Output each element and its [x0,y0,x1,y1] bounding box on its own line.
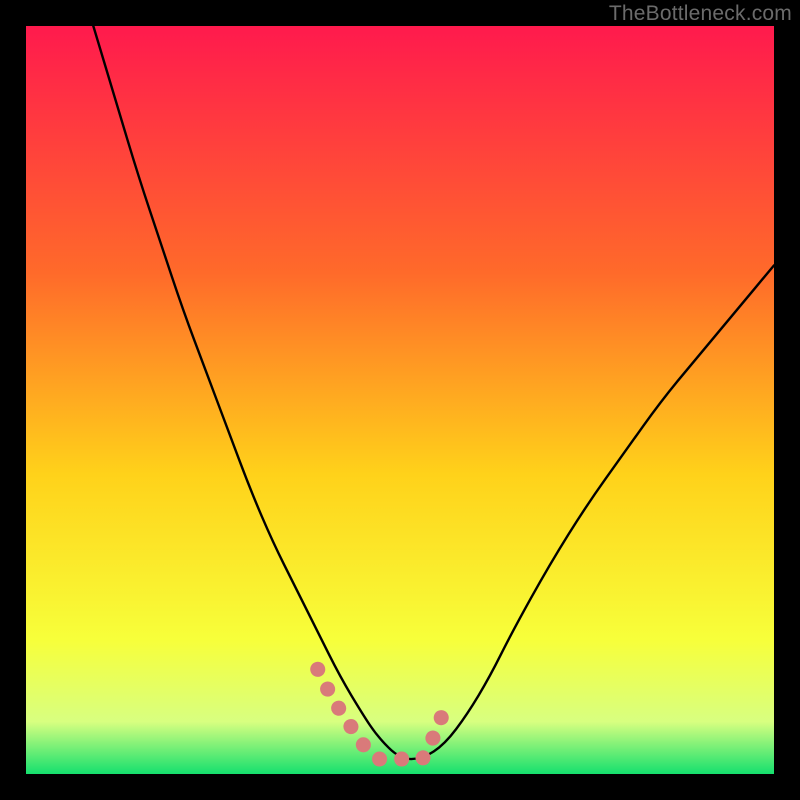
chart-frame: TheBottleneck.com [0,0,800,800]
watermark-text: TheBottleneck.com [609,2,792,26]
plot-area [26,26,774,774]
chart-svg [26,26,774,774]
